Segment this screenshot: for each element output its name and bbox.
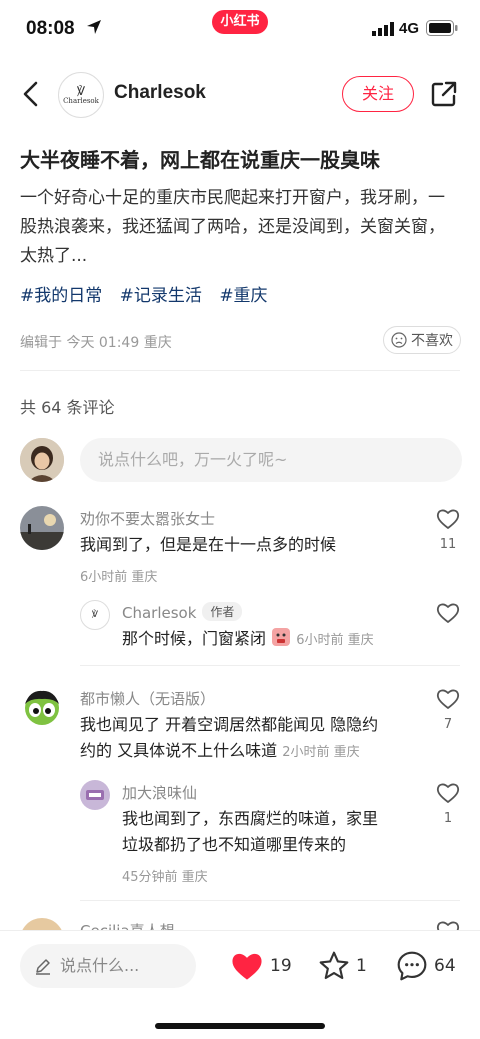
comment-meta: 45分钟前 重庆 <box>122 870 208 885</box>
battery-icon <box>426 20 458 36</box>
network-type: 4G <box>399 20 420 37</box>
app-badge: 小红书 <box>212 10 268 34</box>
comment-text: 垃圾都扔了也不知道哪里传来的 <box>122 835 347 854</box>
pencil-icon <box>36 959 50 975</box>
location-arrow-icon <box>87 20 101 34</box>
post-header: ℣ Charlesok Charlesok 关注 <box>0 60 480 130</box>
my-avatar <box>20 438 64 482</box>
dislike-button[interactable]: 不喜欢 <box>383 326 461 354</box>
heart-icon[interactable] <box>436 602 460 624</box>
heart-icon[interactable] <box>436 508 460 530</box>
post-body: 一个好奇心十足的重庆市民爬起来打开窗户，我牙刷，一股热浪袭来，我还猛闻了两哈，还… <box>20 188 445 266</box>
avatar[interactable] <box>20 506 64 550</box>
brand-text: Charlesok <box>63 97 99 105</box>
reply-name[interactable]: Charlesok <box>122 604 196 622</box>
author-tag: 作者 <box>202 602 243 621</box>
collect-button[interactable]: 1 <box>318 949 367 983</box>
collect-total: 1 <box>356 956 367 976</box>
signal-icon <box>372 22 394 36</box>
bottom-action-bar: 说点什么... 19 1 64 <box>0 930 480 1039</box>
reply-text: 那个时候，门窗紧闭 6小时前 重庆 <box>122 626 374 654</box>
sad-face-icon <box>391 332 407 348</box>
star-icon <box>319 951 349 980</box>
avatar[interactable] <box>20 686 64 730</box>
author-avatar-small[interactable]: ℣ <box>80 600 110 630</box>
bottom-comment-input[interactable]: 说点什么... <box>20 944 196 988</box>
divider <box>20 370 460 371</box>
comment-total: 64 <box>434 956 456 976</box>
tag-link[interactable]: #记录生活 <box>120 286 202 306</box>
author-name[interactable]: Charlesok <box>114 82 206 104</box>
divider <box>80 900 460 901</box>
tag-link[interactable]: #重庆 <box>219 286 267 306</box>
comment-text: 我也闻到了，东西腐烂的味道，家里 <box>122 809 379 828</box>
share-icon[interactable] <box>430 80 458 108</box>
comment-meta: 2小时前 重庆 <box>282 745 360 760</box>
like-count: 11 <box>439 537 457 552</box>
comment-text: 约的 又具体说不上什么味道 2小时前 重庆 <box>80 738 360 766</box>
reply-text-content: 那个时候，门窗紧闭 <box>122 629 267 648</box>
comment-input[interactable]: 说点什么吧，万一火了呢~ <box>80 438 462 482</box>
post-tags: #我的日常 #记录生活 #重庆 <box>20 282 280 310</box>
dislike-label: 不喜欢 <box>411 333 453 349</box>
author-avatar[interactable]: ℣ Charlesok <box>58 72 104 118</box>
commenter-name[interactable]: 都市懒人（无语版） <box>80 688 215 709</box>
like-count: 1 <box>443 811 453 826</box>
divider <box>80 665 460 666</box>
reply-author-name: Charlesok 作者 <box>122 602 243 622</box>
like-button[interactable]: 19 <box>230 949 292 983</box>
comment-text: 我闻到了，但是是在十一点多的时候 <box>80 535 337 554</box>
comment-count: 共 64 条评论 <box>20 398 115 417</box>
brand-mark: ℣ <box>91 610 99 620</box>
comment-meta: 6小时前 重庆 <box>80 570 158 585</box>
post-title: 大半夜睡不着，网上都在说重庆一股臭味 <box>20 148 380 172</box>
comment-text-line: 约的 又具体说不上什么味道 <box>80 741 278 760</box>
commenter-name[interactable]: 劝你不要太嚣张女士 <box>80 508 215 529</box>
follow-button[interactable]: 关注 <box>342 76 414 112</box>
status-bar: 08:08 小红书 4G <box>0 0 480 60</box>
heart-filled-icon <box>232 953 262 980</box>
post-meta: 编辑于 今天 01:49 重庆 <box>20 335 172 351</box>
brand-mark: ℣ <box>76 84 86 98</box>
comment-button[interactable]: 64 <box>396 949 456 983</box>
like-total: 19 <box>270 956 292 976</box>
tag-link[interactable]: #我的日常 <box>20 286 102 306</box>
heart-icon[interactable] <box>436 782 460 804</box>
bottom-input-placeholder: 说点什么... <box>60 956 140 975</box>
emoji-icon <box>271 627 291 647</box>
avatar[interactable] <box>80 780 110 810</box>
back-arrow-icon[interactable] <box>18 80 44 108</box>
commenter-name[interactable]: 加大浪味仙 <box>122 782 197 803</box>
comment-bubble-icon <box>397 951 427 981</box>
comment-text: 我也闻见了 开着空调居然都能闻见 隐隐约 <box>80 715 379 734</box>
like-count: 7 <box>443 717 453 732</box>
heart-icon[interactable] <box>436 688 460 710</box>
status-time: 08:08 <box>26 18 75 39</box>
reply-meta: 6小时前 重庆 <box>296 633 374 648</box>
home-indicator <box>155 1023 325 1029</box>
